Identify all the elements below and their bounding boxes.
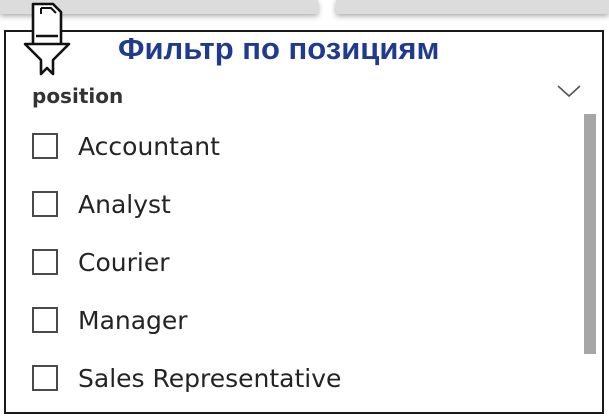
item-label: Courier — [78, 247, 170, 277]
item-label: Sales Representative — [78, 363, 342, 393]
chevron-down-icon[interactable] — [556, 82, 582, 100]
checkbox[interactable] — [32, 249, 58, 275]
checkbox[interactable] — [32, 191, 58, 217]
filter-icon — [23, 2, 71, 76]
checkbox[interactable] — [32, 365, 58, 391]
item-label: Analyst — [78, 189, 171, 219]
list-item[interactable]: Manager — [32, 298, 188, 342]
scrollbar[interactable] — [584, 114, 596, 354]
item-label: Manager — [78, 305, 188, 335]
header-tab-right — [336, 0, 609, 14]
list-item[interactable]: Sales Representative — [32, 356, 341, 400]
list-item[interactable]: Accountant — [32, 124, 220, 168]
item-label: Accountant — [78, 131, 220, 161]
field-label: position — [32, 84, 124, 108]
slicer-title: Фильтр по позициям — [118, 31, 440, 66]
slicer-visual: Фильтр по позициям position Accountant A… — [0, 0, 609, 419]
checkbox[interactable] — [32, 133, 58, 159]
list-item[interactable]: Analyst — [32, 182, 171, 226]
checkbox[interactable] — [32, 307, 58, 333]
list-item[interactable]: Courier — [32, 240, 169, 284]
